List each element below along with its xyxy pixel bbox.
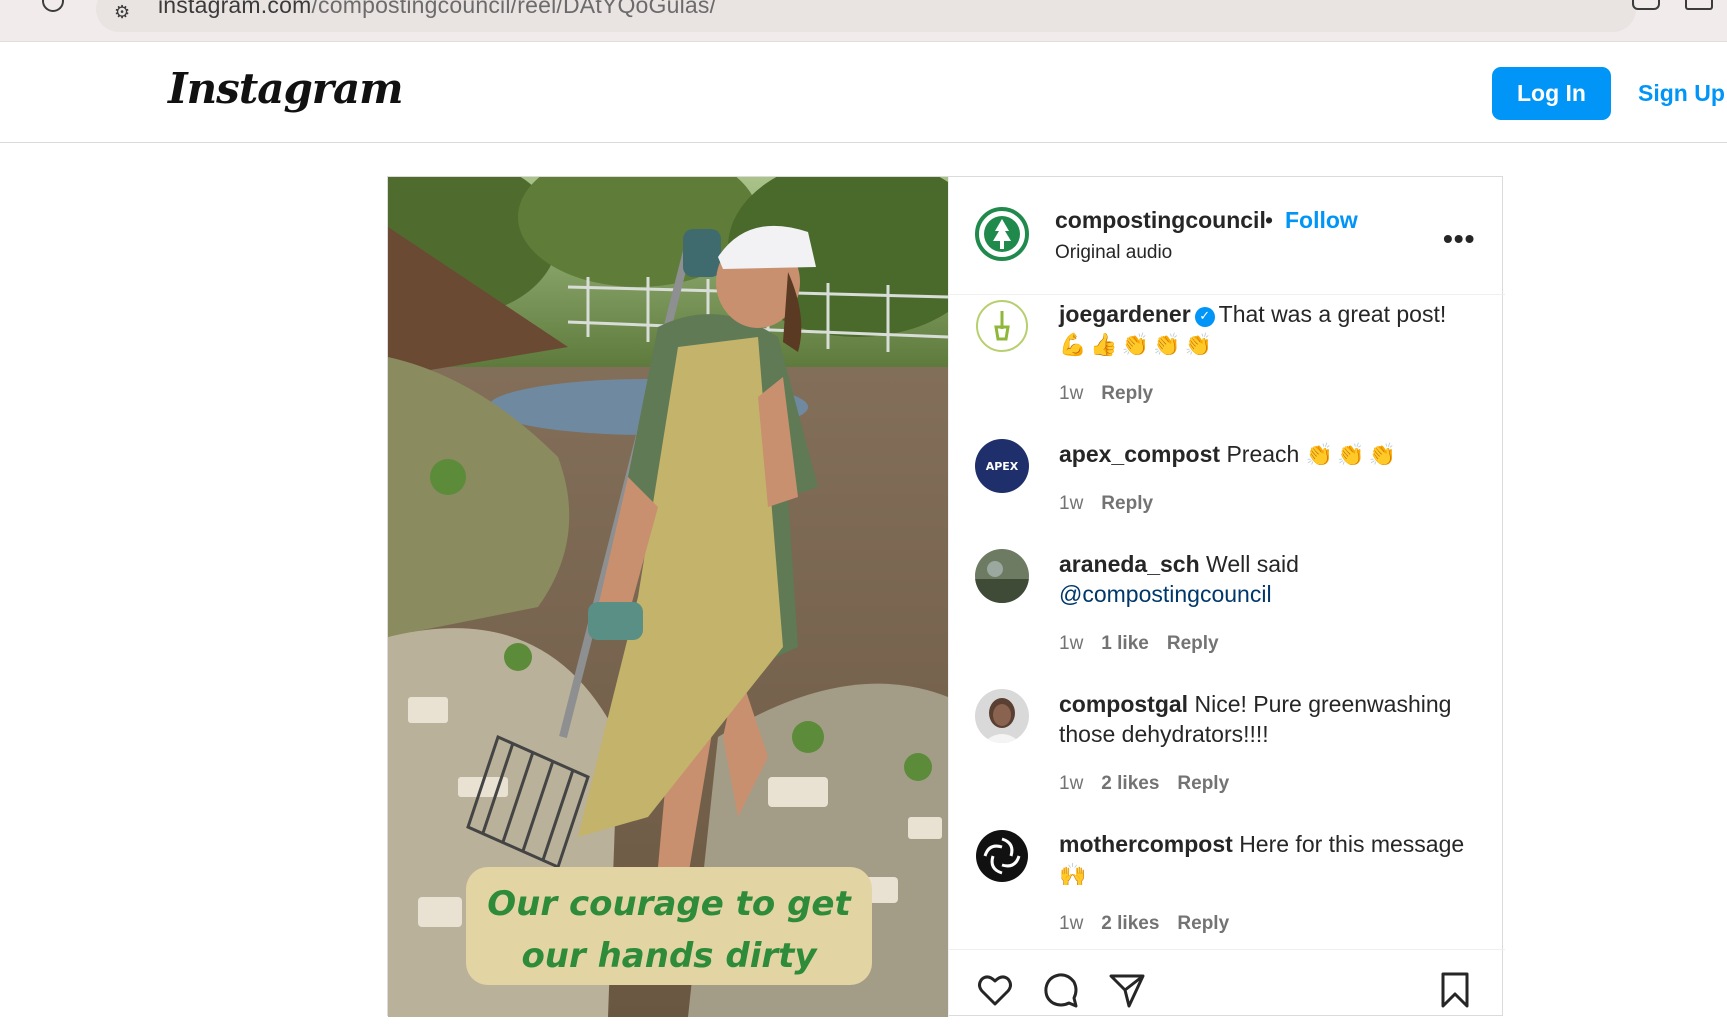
comment-time[interactable]: 1w bbox=[1059, 633, 1083, 654]
owner-avatar[interactable] bbox=[975, 207, 1029, 261]
url-text[interactable]: instagram.com/compostingcouncil/reel/DAt… bbox=[158, 0, 716, 19]
comment-text-block: apex_compost Preach 👏👏👏 bbox=[1059, 439, 1469, 471]
commenter-avatar[interactable] bbox=[975, 549, 1029, 603]
separator-dot: • bbox=[1265, 207, 1274, 233]
post-card: Our courage to get our hands dirty compo… bbox=[387, 176, 1505, 1017]
commenter-avatar[interactable] bbox=[975, 689, 1029, 743]
comment-time[interactable]: 1w bbox=[1059, 773, 1083, 794]
signup-link[interactable]: Sign Up bbox=[1638, 80, 1725, 107]
comment-icon[interactable] bbox=[1041, 970, 1081, 1010]
bookmark-icon[interactable] bbox=[1435, 970, 1475, 1010]
comment-time[interactable]: 1w bbox=[1059, 913, 1083, 934]
comment-text: That was a great post! bbox=[1218, 301, 1447, 327]
commenter-avatar[interactable] bbox=[975, 829, 1029, 883]
comment-meta: 1w 1 like Reply bbox=[1059, 633, 1237, 655]
comment-text-block: joegardener ✓ That was a great post! 💪👍👏👏👏 bbox=[1059, 299, 1469, 361]
browser-toolbar: ⚙ instagram.com/compostingcouncil/reel/D… bbox=[0, 0, 1727, 42]
share-icon[interactable] bbox=[1107, 970, 1147, 1010]
comment-likes[interactable]: 1 like bbox=[1101, 633, 1149, 654]
reload-icon[interactable] bbox=[42, 0, 64, 12]
verified-badge-icon: ✓ bbox=[1194, 307, 1215, 327]
avatar-logo-text: APEX bbox=[985, 459, 1019, 473]
comment-time[interactable]: 1w bbox=[1059, 493, 1083, 514]
extension-icon[interactable] bbox=[1632, 0, 1660, 10]
owner-username[interactable]: compostingcouncil bbox=[1055, 207, 1266, 234]
url-path: /compostingcouncil/reel/DAtYQoGulas/ bbox=[311, 0, 717, 18]
reel-video[interactable]: Our courage to get our hands dirty bbox=[388, 177, 948, 1017]
comment-mention[interactable]: @compostingcouncil bbox=[1059, 581, 1272, 607]
video-caption-line1: Our courage to get bbox=[487, 884, 852, 924]
comment-text-block: mothercompost Here for this message 🙌 bbox=[1059, 829, 1469, 891]
comment-meta: 1w Reply bbox=[1059, 493, 1171, 515]
comment-emoji: 👏👏👏 bbox=[1305, 443, 1400, 468]
post-side-panel: compostingcouncil • Follow Original audi… bbox=[948, 177, 1505, 1017]
comment-time[interactable]: 1w bbox=[1059, 383, 1083, 404]
url-host: instagram.com bbox=[158, 0, 312, 18]
comment-reply[interactable]: Reply bbox=[1177, 913, 1229, 934]
instagram-logo[interactable]: Instagram bbox=[168, 64, 404, 113]
comment-username[interactable]: mothercompost bbox=[1059, 831, 1233, 857]
comment-text: Well said bbox=[1206, 551, 1299, 577]
cast-icon[interactable] bbox=[1685, 0, 1713, 10]
comment-text: Preach bbox=[1226, 441, 1300, 467]
comment-meta: 1w 2 likes Reply bbox=[1059, 913, 1247, 935]
comment-username[interactable]: apex_compost bbox=[1059, 441, 1220, 467]
heart-icon[interactable] bbox=[975, 970, 1015, 1010]
post-actions-bar bbox=[949, 949, 1505, 1017]
comment-username[interactable]: joegardener bbox=[1059, 301, 1191, 327]
comment-meta: 1w 2 likes Reply bbox=[1059, 773, 1247, 795]
reel-video-frame: Our courage to get our hands dirty bbox=[388, 177, 948, 1017]
video-caption-line2: our hands dirty bbox=[521, 936, 818, 976]
comment-emoji: 🙌 bbox=[1059, 863, 1091, 888]
commenter-avatar[interactable] bbox=[975, 299, 1029, 353]
comment-reply[interactable]: Reply bbox=[1177, 773, 1229, 794]
comment-text-block: araneda_sch Well said @compostingcouncil bbox=[1059, 549, 1469, 609]
commenter-avatar[interactable]: APEX bbox=[975, 439, 1029, 493]
comment-text-block: compostgal Nice! Pure greenwashing those… bbox=[1059, 689, 1469, 749]
comment-meta: 1w Reply bbox=[1059, 383, 1171, 405]
comment-text: Here for this message bbox=[1239, 831, 1465, 857]
instagram-header: Instagram Log In Sign Up bbox=[0, 42, 1727, 143]
site-info-icon[interactable]: ⚙ bbox=[114, 2, 130, 23]
more-options-icon[interactable]: ••• bbox=[1443, 223, 1475, 255]
post-header: compostingcouncil • Follow Original audi… bbox=[949, 177, 1505, 295]
comment-username[interactable]: compostgal bbox=[1059, 691, 1188, 717]
audio-link[interactable]: Original audio bbox=[1055, 242, 1172, 264]
comment-username[interactable]: araneda_sch bbox=[1059, 551, 1200, 577]
comment-emoji: 💪👍👏👏👏 bbox=[1059, 333, 1216, 358]
comment-reply[interactable]: Reply bbox=[1101, 383, 1153, 404]
follow-button[interactable]: Follow bbox=[1285, 207, 1358, 234]
comment-reply[interactable]: Reply bbox=[1101, 493, 1153, 514]
comment-likes[interactable]: 2 likes bbox=[1101, 913, 1159, 934]
login-button[interactable]: Log In bbox=[1492, 67, 1611, 120]
comment-reply[interactable]: Reply bbox=[1167, 633, 1219, 654]
comment-likes[interactable]: 2 likes bbox=[1101, 773, 1159, 794]
